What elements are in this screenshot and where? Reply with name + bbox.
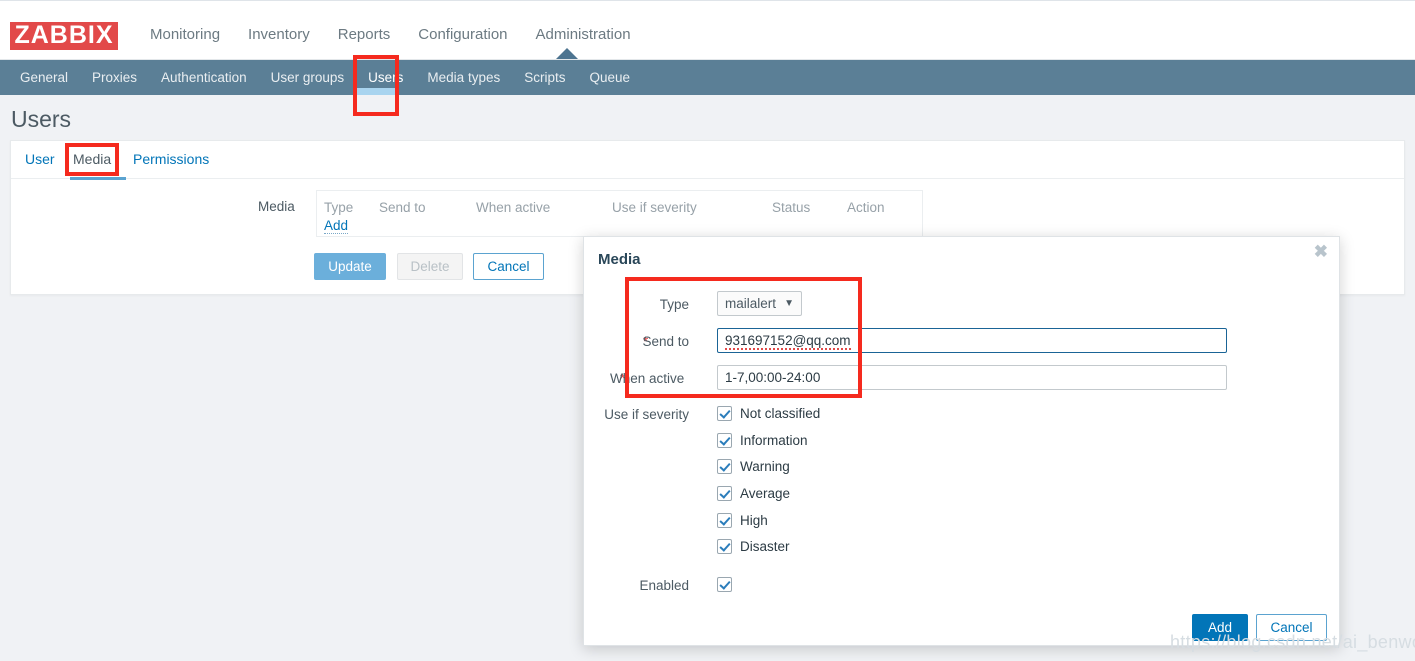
subnav-item-scripts[interactable]: Scripts (512, 60, 577, 95)
tab-user[interactable]: User (25, 151, 55, 167)
chevron-down-icon: ▼ (784, 298, 794, 309)
subnav-item-user-groups[interactable]: User groups (259, 60, 357, 95)
delete-button: Delete (397, 253, 463, 280)
type-select-value: mailalert (725, 296, 777, 311)
subnav-item-queue[interactable]: Queue (577, 60, 642, 95)
media-col-action: Action (847, 200, 885, 215)
media-col-severity: Use if severity (612, 200, 697, 215)
active-tab-underline (70, 177, 126, 180)
nav-item-monitoring[interactable]: Monitoring (136, 23, 234, 47)
send-to-input-value: 931697152@qq.com (725, 333, 851, 350)
update-button[interactable]: Update (314, 253, 386, 280)
top-header: ZABBIX Monitoring Inventory Reports Conf… (0, 0, 1415, 60)
when-active-input-value: 1-7,00:00-24:00 (725, 370, 821, 385)
media-table: Type Send to When active Use if severity… (316, 190, 923, 237)
zabbix-logo[interactable]: ZABBIX (10, 22, 118, 50)
media-col-type: Type (324, 200, 354, 215)
add-media-link[interactable]: Add (324, 218, 349, 234)
severity-checkbox-information[interactable] (717, 433, 732, 448)
when-active-input[interactable]: 1-7,00:00-24:00 (717, 365, 1227, 390)
media-modal-dialog: Media ✖ Type mailalert ▼ * Send to 93169… (583, 236, 1340, 646)
nav-item-inventory[interactable]: Inventory (234, 23, 324, 47)
send-to-input[interactable]: 931697152@qq.com (717, 328, 1227, 353)
subnav-active-indicator (357, 88, 395, 95)
app-root: ZABBIX Monitoring Inventory Reports Conf… (0, 0, 1415, 661)
type-select[interactable]: mailalert ▼ (717, 291, 802, 316)
nav-item-configuration[interactable]: Configuration (404, 23, 521, 47)
tab-media[interactable]: Media (73, 151, 111, 167)
close-icon[interactable]: ✖ (1314, 243, 1328, 260)
watermark-text: https://blog.csdn.net/ai_benwoniu (1170, 632, 1415, 652)
send-to-label: Send to (642, 334, 689, 349)
page-title: Users (11, 106, 72, 132)
severity-label-not-classified[interactable]: Not classified (740, 406, 820, 421)
when-active-label: When active (610, 371, 685, 386)
media-field-label: Media (258, 199, 295, 214)
sub-navigation: General Proxies Authentication User grou… (0, 60, 1415, 95)
severity-label-high[interactable]: High (740, 513, 768, 528)
enabled-checkbox[interactable] (717, 577, 732, 592)
tab-permissions[interactable]: Permissions (133, 151, 209, 167)
severity-label-information[interactable]: Information (740, 433, 808, 448)
subnav-item-general[interactable]: General (8, 60, 80, 95)
type-label: Type (659, 297, 689, 312)
severity-checkbox-average[interactable] (717, 486, 732, 501)
subnav-item-media-types[interactable]: Media types (415, 60, 512, 95)
active-nav-pointer-icon (556, 48, 578, 59)
media-col-when-active: When active (476, 200, 551, 215)
severity-label-disaster[interactable]: Disaster (740, 539, 790, 554)
severity-checkbox-high[interactable] (717, 513, 732, 528)
severity-checkbox-warning[interactable] (717, 459, 732, 474)
subnav-item-proxies[interactable]: Proxies (80, 60, 149, 95)
media-col-send-to: Send to (379, 200, 426, 215)
severity-checkbox-disaster[interactable] (717, 539, 732, 554)
enabled-label: Enabled (639, 578, 689, 593)
main-navigation: Monitoring Inventory Reports Configurati… (136, 23, 645, 47)
severity-label-warning[interactable]: Warning (740, 459, 790, 474)
severity-checkbox-not-classified[interactable] (717, 406, 732, 421)
subnav-item-authentication[interactable]: Authentication (149, 60, 259, 95)
cancel-button[interactable]: Cancel (473, 253, 544, 280)
nav-item-reports[interactable]: Reports (324, 23, 405, 47)
nav-item-administration[interactable]: Administration (522, 23, 645, 47)
use-if-severity-label: Use if severity (604, 407, 689, 422)
modal-title: Media (598, 251, 641, 268)
severity-label-average[interactable]: Average (740, 486, 790, 501)
tab-bar: User Media Permissions (11, 141, 1404, 180)
media-col-status: Status (772, 200, 811, 215)
